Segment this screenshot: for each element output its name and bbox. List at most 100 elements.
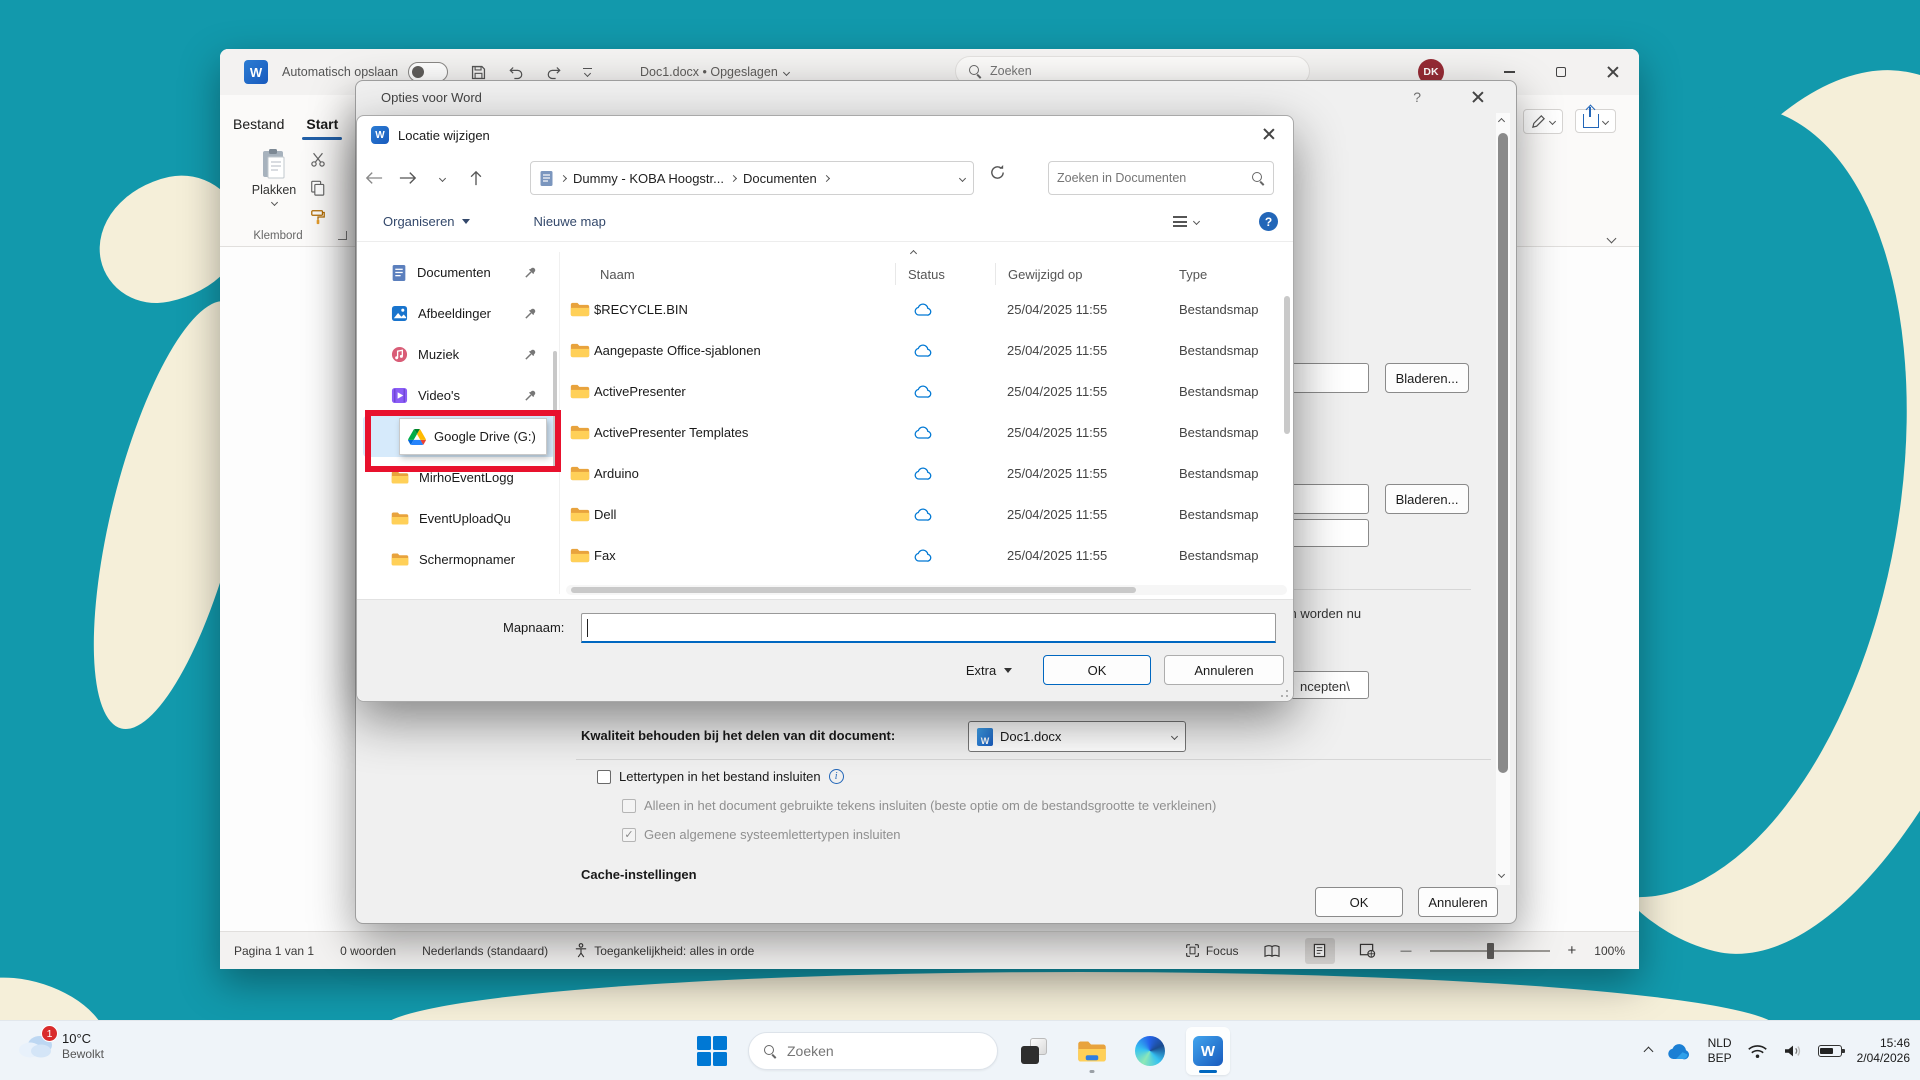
options-scrollbar[interactable] bbox=[1496, 113, 1510, 885]
zoom-in-button[interactable]: + bbox=[1568, 942, 1577, 959]
column-status[interactable]: Status bbox=[895, 263, 995, 285]
breadcrumb-item[interactable]: Documenten bbox=[743, 171, 817, 186]
battery-icon[interactable] bbox=[1818, 1045, 1842, 1057]
taskbar-search-input[interactable] bbox=[787, 1043, 997, 1059]
page-count[interactable]: Pagina 1 van 1 bbox=[234, 944, 314, 958]
file-explorer-button[interactable] bbox=[1070, 1027, 1114, 1075]
dialog-ok-button[interactable]: OK bbox=[1043, 655, 1151, 685]
print-layout-button[interactable] bbox=[1305, 938, 1335, 964]
sidebar-item-muziek[interactable]: Muziek bbox=[363, 334, 555, 375]
folder-name-input[interactable] bbox=[581, 613, 1276, 643]
extra-button[interactable]: Extra bbox=[956, 655, 1022, 685]
task-view-button[interactable] bbox=[1012, 1027, 1056, 1075]
dialog-search-box[interactable] bbox=[1048, 161, 1274, 195]
word-search-input[interactable] bbox=[990, 64, 1270, 78]
back-button[interactable] bbox=[357, 170, 391, 186]
zoom-level[interactable]: 100% bbox=[1594, 944, 1625, 958]
close-icon[interactable] bbox=[1263, 128, 1275, 140]
start-button[interactable] bbox=[690, 1027, 734, 1075]
language-indicator[interactable]: NLD BEP bbox=[1708, 1036, 1732, 1066]
file-row[interactable]: Dell 25/04/2025 11:55 Bestandsmap bbox=[566, 494, 1287, 535]
wifi-icon[interactable] bbox=[1747, 1043, 1768, 1059]
maximize-button[interactable] bbox=[1535, 49, 1587, 95]
language-status[interactable]: Nederlands (standaard) bbox=[422, 944, 548, 958]
scroll-down-icon[interactable] bbox=[1498, 871, 1505, 878]
tab-bestand[interactable]: Bestand bbox=[233, 116, 284, 132]
word-button[interactable]: W bbox=[1186, 1027, 1230, 1075]
scrollbar-thumb[interactable] bbox=[571, 587, 1136, 593]
redo-icon[interactable] bbox=[545, 64, 563, 80]
breadcrumb-item[interactable]: Dummy - KOBA Hoogstr... bbox=[573, 171, 724, 186]
recent-locations-icon[interactable] bbox=[425, 176, 459, 181]
format-painter-icon[interactable] bbox=[310, 209, 326, 225]
browse-button-1[interactable]: Bladeren... bbox=[1385, 363, 1469, 393]
file-row[interactable]: Aangepaste Office-sjablonen 25/04/2025 1… bbox=[566, 330, 1287, 371]
column-naam[interactable]: Naam bbox=[594, 267, 895, 282]
customize-qat-icon[interactable] bbox=[583, 68, 592, 76]
focus-mode-button[interactable]: Focus bbox=[1185, 943, 1239, 958]
sidebar-item-afbeeldingen[interactable]: Afbeeldinger bbox=[363, 293, 555, 334]
address-dropdown-icon[interactable] bbox=[959, 174, 966, 181]
options-cancel-button[interactable]: Annuleren bbox=[1418, 887, 1498, 917]
clock[interactable]: 15:46 2/04/2026 bbox=[1857, 1036, 1910, 1066]
file-row[interactable]: Fax 25/04/2025 11:55 Bestandsmap bbox=[566, 535, 1287, 576]
autosave-toggle[interactable] bbox=[408, 62, 448, 82]
paste-button[interactable]: Plakken bbox=[250, 148, 298, 230]
file-row[interactable]: ActivePresenter 25/04/2025 11:55 Bestand… bbox=[566, 371, 1287, 412]
zoom-slider[interactable] bbox=[1430, 950, 1550, 952]
edge-button[interactable] bbox=[1128, 1027, 1172, 1075]
checkbox-icon[interactable] bbox=[597, 770, 611, 784]
sidebar-item-eventuploadqu[interactable]: EventUploadQu bbox=[363, 498, 555, 539]
resize-grip[interactable] bbox=[1276, 685, 1288, 697]
up-button[interactable] bbox=[459, 170, 493, 186]
new-folder-button[interactable]: Nieuwe map bbox=[520, 214, 620, 229]
browse-button-2[interactable]: Bladeren... bbox=[1385, 484, 1469, 514]
column-type[interactable]: Type bbox=[1167, 267, 1287, 282]
help-icon[interactable]: ? bbox=[1413, 89, 1421, 105]
close-icon[interactable] bbox=[1472, 91, 1484, 103]
list-horizontal-scrollbar[interactable] bbox=[566, 585, 1287, 595]
taskbar-search-box[interactable] bbox=[748, 1032, 998, 1070]
column-gewijzigd-op[interactable]: Gewijzigd op bbox=[995, 263, 1167, 285]
save-icon[interactable] bbox=[470, 64, 487, 81]
breadcrumb[interactable]: Dummy - KOBA Hoogstr... Documenten bbox=[530, 161, 974, 195]
file-row[interactable]: ActivePresenter Templates 25/04/2025 11:… bbox=[566, 412, 1287, 453]
forward-button[interactable] bbox=[391, 170, 425, 186]
accessibility-status[interactable]: Toegankelijkheid: alles in orde bbox=[574, 943, 754, 958]
view-mode-button[interactable] bbox=[1159, 216, 1213, 227]
undo-icon[interactable] bbox=[507, 64, 525, 80]
word-count[interactable]: 0 woorden bbox=[340, 944, 396, 958]
sidebar-item-schermopnamen[interactable]: Schermopnamer bbox=[363, 539, 555, 580]
sidebar-item-documenten[interactable]: Documenten bbox=[363, 252, 555, 293]
copy-icon[interactable] bbox=[310, 180, 325, 196]
tab-start[interactable]: Start bbox=[306, 116, 338, 132]
scrollbar-thumb[interactable] bbox=[1284, 296, 1290, 434]
zoom-out-button[interactable]: — bbox=[1401, 945, 1412, 957]
file-row[interactable]: $RECYCLE.BIN 25/04/2025 11:55 Bestandsma… bbox=[566, 289, 1287, 330]
organize-button[interactable]: Organiseren bbox=[369, 214, 484, 229]
onedrive-icon[interactable] bbox=[1667, 1043, 1693, 1060]
dialog-launcher-icon[interactable] bbox=[338, 231, 347, 240]
read-mode-button[interactable] bbox=[1257, 938, 1287, 964]
dialog-cancel-button[interactable]: Annuleren bbox=[1164, 655, 1284, 685]
zoom-slider-thumb[interactable] bbox=[1487, 943, 1494, 959]
options-ok-button[interactable]: OK bbox=[1315, 887, 1403, 917]
share-button[interactable] bbox=[1575, 109, 1616, 133]
draw-button[interactable] bbox=[1523, 109, 1563, 134]
sort-ascending-icon[interactable] bbox=[910, 250, 917, 257]
taskbar-weather-widget[interactable]: 1 10°C Bewolkt bbox=[16, 1029, 104, 1063]
scroll-up-icon[interactable] bbox=[1498, 118, 1505, 125]
list-vertical-scrollbar[interactable] bbox=[1283, 296, 1291, 586]
checkbox-embed-fonts[interactable]: Lettertypen in het bestand insluiten i bbox=[597, 769, 844, 784]
close-button[interactable] bbox=[1587, 49, 1639, 95]
volume-icon[interactable] bbox=[1783, 1043, 1803, 1059]
file-row[interactable]: Arduino 25/04/2025 11:55 Bestandsmap bbox=[566, 453, 1287, 494]
dialog-search-input[interactable] bbox=[1057, 171, 1251, 185]
help-icon[interactable]: ? bbox=[1259, 212, 1278, 231]
cut-icon[interactable] bbox=[310, 152, 326, 167]
refresh-icon[interactable] bbox=[989, 164, 1006, 181]
quality-select[interactable]: W Doc1.docx bbox=[968, 721, 1186, 752]
web-layout-button[interactable] bbox=[1353, 938, 1383, 964]
scrollbar-thumb[interactable] bbox=[1498, 133, 1508, 773]
tray-expand-icon[interactable] bbox=[1643, 1046, 1653, 1056]
